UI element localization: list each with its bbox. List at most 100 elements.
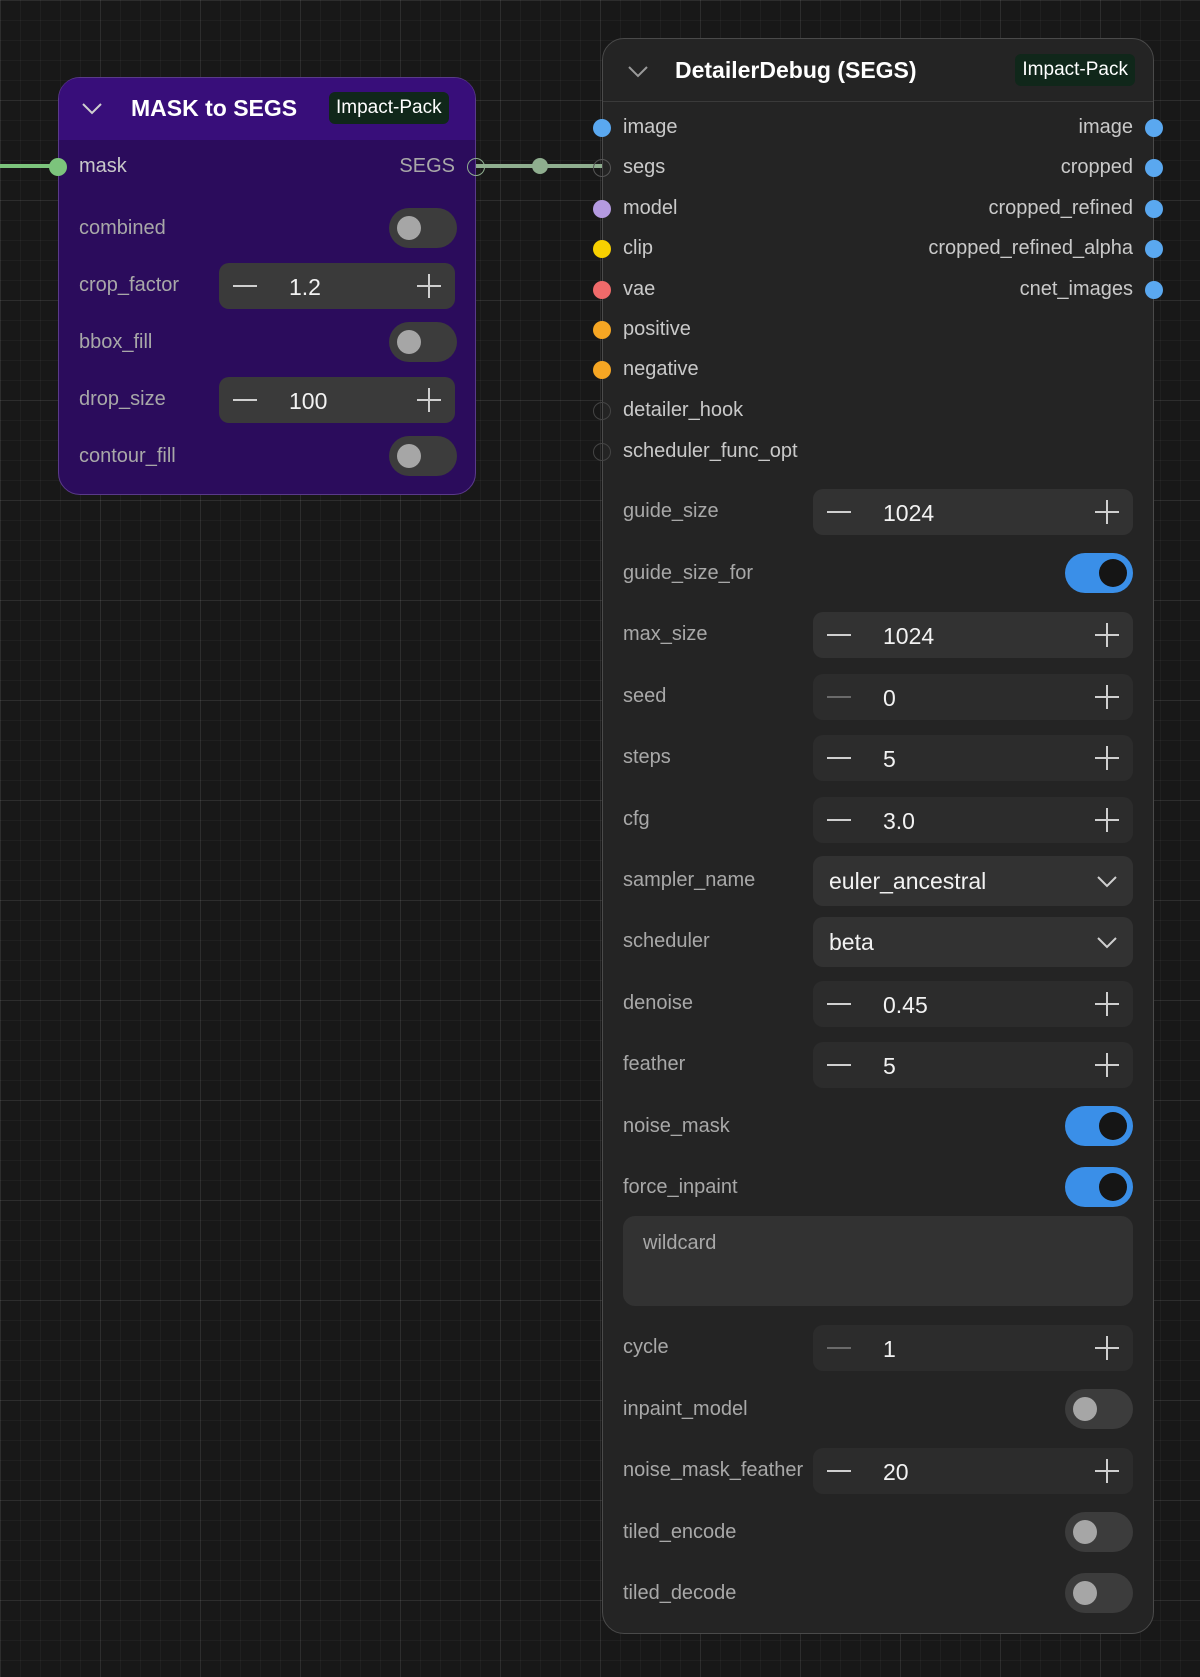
chevron-down-icon — [1097, 937, 1117, 949]
increment-icon[interactable] — [1095, 685, 1119, 709]
image-output-label: image — [1078, 116, 1133, 138]
tiled-encode-toggle[interactable] — [1065, 1512, 1133, 1552]
denoise-value[interactable]: 0.45 — [883, 992, 928, 1019]
cfg-value[interactable]: 3.0 — [883, 808, 915, 835]
cycle-value[interactable]: 1 — [883, 1336, 896, 1363]
increment-icon[interactable] — [1095, 808, 1119, 832]
denoise-stepper[interactable]: 0.45 — [813, 981, 1133, 1027]
crop-factor-value[interactable]: 1.2 — [289, 274, 321, 301]
noise-mask-toggle[interactable] — [1065, 1106, 1133, 1146]
wildcard-placeholder: wildcard — [643, 1232, 717, 1254]
sampler-name-value: euler_ancestral — [829, 868, 987, 894]
contour-fill-toggle[interactable] — [389, 436, 457, 476]
noise-mask-feather-value[interactable]: 20 — [883, 1459, 909, 1486]
sampler-name-select[interactable]: euler_ancestral — [813, 856, 1133, 906]
negative-input-dot[interactable] — [593, 361, 611, 379]
cycle-stepper[interactable]: 1 — [813, 1325, 1133, 1371]
increment-icon[interactable] — [1095, 1053, 1119, 1077]
increment-icon[interactable] — [417, 274, 441, 298]
seed-label: seed — [623, 685, 667, 707]
guide-size-value[interactable]: 1024 — [883, 500, 934, 527]
cfg-stepper[interactable]: 3.0 — [813, 797, 1133, 843]
mask-to-segs-node[interactable]: MASK to SEGS Impact-Pack mask SEGS combi… — [49, 77, 485, 495]
segs-output-dot[interactable] — [467, 158, 485, 176]
cropped-refined-output-label: cropped_refined — [988, 197, 1133, 219]
guide-size-for-toggle[interactable] — [1065, 553, 1133, 593]
increment-icon[interactable] — [417, 388, 441, 412]
decrement-icon[interactable] — [827, 819, 851, 821]
model-input-dot[interactable] — [593, 200, 611, 218]
image-input-dot[interactable] — [593, 119, 611, 137]
toggle-knob — [1099, 1173, 1127, 1201]
inpaint-model-label: inpaint_model — [623, 1398, 748, 1420]
positive-input-dot[interactable] — [593, 321, 611, 339]
decrement-icon[interactable] — [827, 696, 851, 698]
steps-stepper[interactable]: 5 — [813, 735, 1133, 781]
increment-icon[interactable] — [1095, 623, 1119, 647]
node-header[interactable]: DetailerDebug (SEGS) Impact-Pack — [603, 39, 1153, 101]
decrement-icon[interactable] — [827, 1347, 851, 1349]
tiled-decode-toggle[interactable] — [1065, 1573, 1133, 1613]
cropped-output-dot[interactable] — [1145, 159, 1163, 177]
seed-value[interactable]: 0 — [883, 685, 896, 712]
drop-size-value[interactable]: 100 — [289, 388, 327, 415]
vae-input-dot[interactable] — [593, 281, 611, 299]
detailer-hook-input-dot[interactable] — [593, 402, 611, 420]
toggle-knob — [1073, 1581, 1097, 1605]
guide-size-stepper[interactable]: 1024 — [813, 489, 1133, 535]
decrement-icon[interactable] — [233, 285, 257, 287]
steps-value[interactable]: 5 — [883, 746, 896, 773]
mask-input-dot[interactable] — [49, 158, 67, 176]
scheduler-func-opt-input-dot[interactable] — [593, 443, 611, 461]
scheduler-select[interactable]: beta — [813, 917, 1133, 967]
chevron-down-icon[interactable] — [625, 59, 651, 85]
toggle-knob — [397, 444, 421, 468]
noise-mask-feather-stepper[interactable]: 20 — [813, 1448, 1133, 1494]
increment-icon[interactable] — [1095, 1336, 1119, 1360]
max-size-value[interactable]: 1024 — [883, 623, 934, 650]
decrement-icon[interactable] — [827, 511, 851, 513]
toggle-knob — [1073, 1397, 1097, 1421]
bbox-fill-toggle[interactable] — [389, 322, 457, 362]
cnet-images-output-dot[interactable] — [1145, 281, 1163, 299]
clip-input-dot[interactable] — [593, 240, 611, 258]
denoise-label: denoise — [623, 992, 694, 1014]
increment-icon[interactable] — [1095, 746, 1119, 770]
chevron-down-icon — [1097, 876, 1117, 888]
crop-factor-stepper[interactable]: 1.2 — [219, 263, 455, 309]
increment-icon[interactable] — [1095, 500, 1119, 524]
decrement-icon[interactable] — [233, 399, 257, 401]
decrement-icon[interactable] — [827, 1064, 851, 1066]
increment-icon[interactable] — [1095, 992, 1119, 1016]
segs-input-dot[interactable] — [593, 159, 611, 177]
decrement-icon[interactable] — [827, 1470, 851, 1472]
decrement-icon[interactable] — [827, 757, 851, 759]
chevron-down-icon[interactable] — [79, 96, 105, 122]
toggle-knob — [397, 330, 421, 354]
feather-value[interactable]: 5 — [883, 1053, 896, 1080]
bbox-fill-label: bbox_fill — [79, 331, 153, 353]
combined-toggle[interactable] — [389, 208, 457, 248]
cropped-refined-output-dot[interactable] — [1145, 200, 1163, 218]
cropped-refined-alpha-output-dot[interactable] — [1145, 240, 1163, 258]
feather-stepper[interactable]: 5 — [813, 1042, 1133, 1088]
detailer-debug-node[interactable]: DetailerDebug (SEGS) Impact-Pack image s… — [593, 38, 1163, 1634]
tiled-encode-label: tiled_encode — [623, 1521, 737, 1543]
drop-size-stepper[interactable]: 100 — [219, 377, 455, 423]
inpaint-model-toggle[interactable] — [1065, 1389, 1133, 1429]
image-output-dot[interactable] — [1145, 119, 1163, 137]
wildcard-textarea[interactable]: wildcard — [623, 1216, 1133, 1306]
noise-mask-feather-label: noise_mask_feather — [623, 1459, 804, 1481]
link-midpoint — [532, 158, 548, 174]
decrement-icon[interactable] — [827, 1003, 851, 1005]
node-badge: Impact-Pack — [1015, 54, 1135, 86]
seed-stepper[interactable]: 0 — [813, 674, 1133, 720]
force-inpaint-toggle[interactable] — [1065, 1167, 1133, 1207]
max-size-stepper[interactable]: 1024 — [813, 612, 1133, 658]
node-header[interactable]: MASK to SEGS Impact-Pack — [59, 78, 475, 140]
cropped-output-label: cropped — [1060, 156, 1133, 178]
max-size-label: max_size — [623, 623, 708, 645]
increment-icon[interactable] — [1095, 1459, 1119, 1483]
decrement-icon[interactable] — [827, 634, 851, 636]
cycle-label: cycle — [623, 1336, 669, 1358]
